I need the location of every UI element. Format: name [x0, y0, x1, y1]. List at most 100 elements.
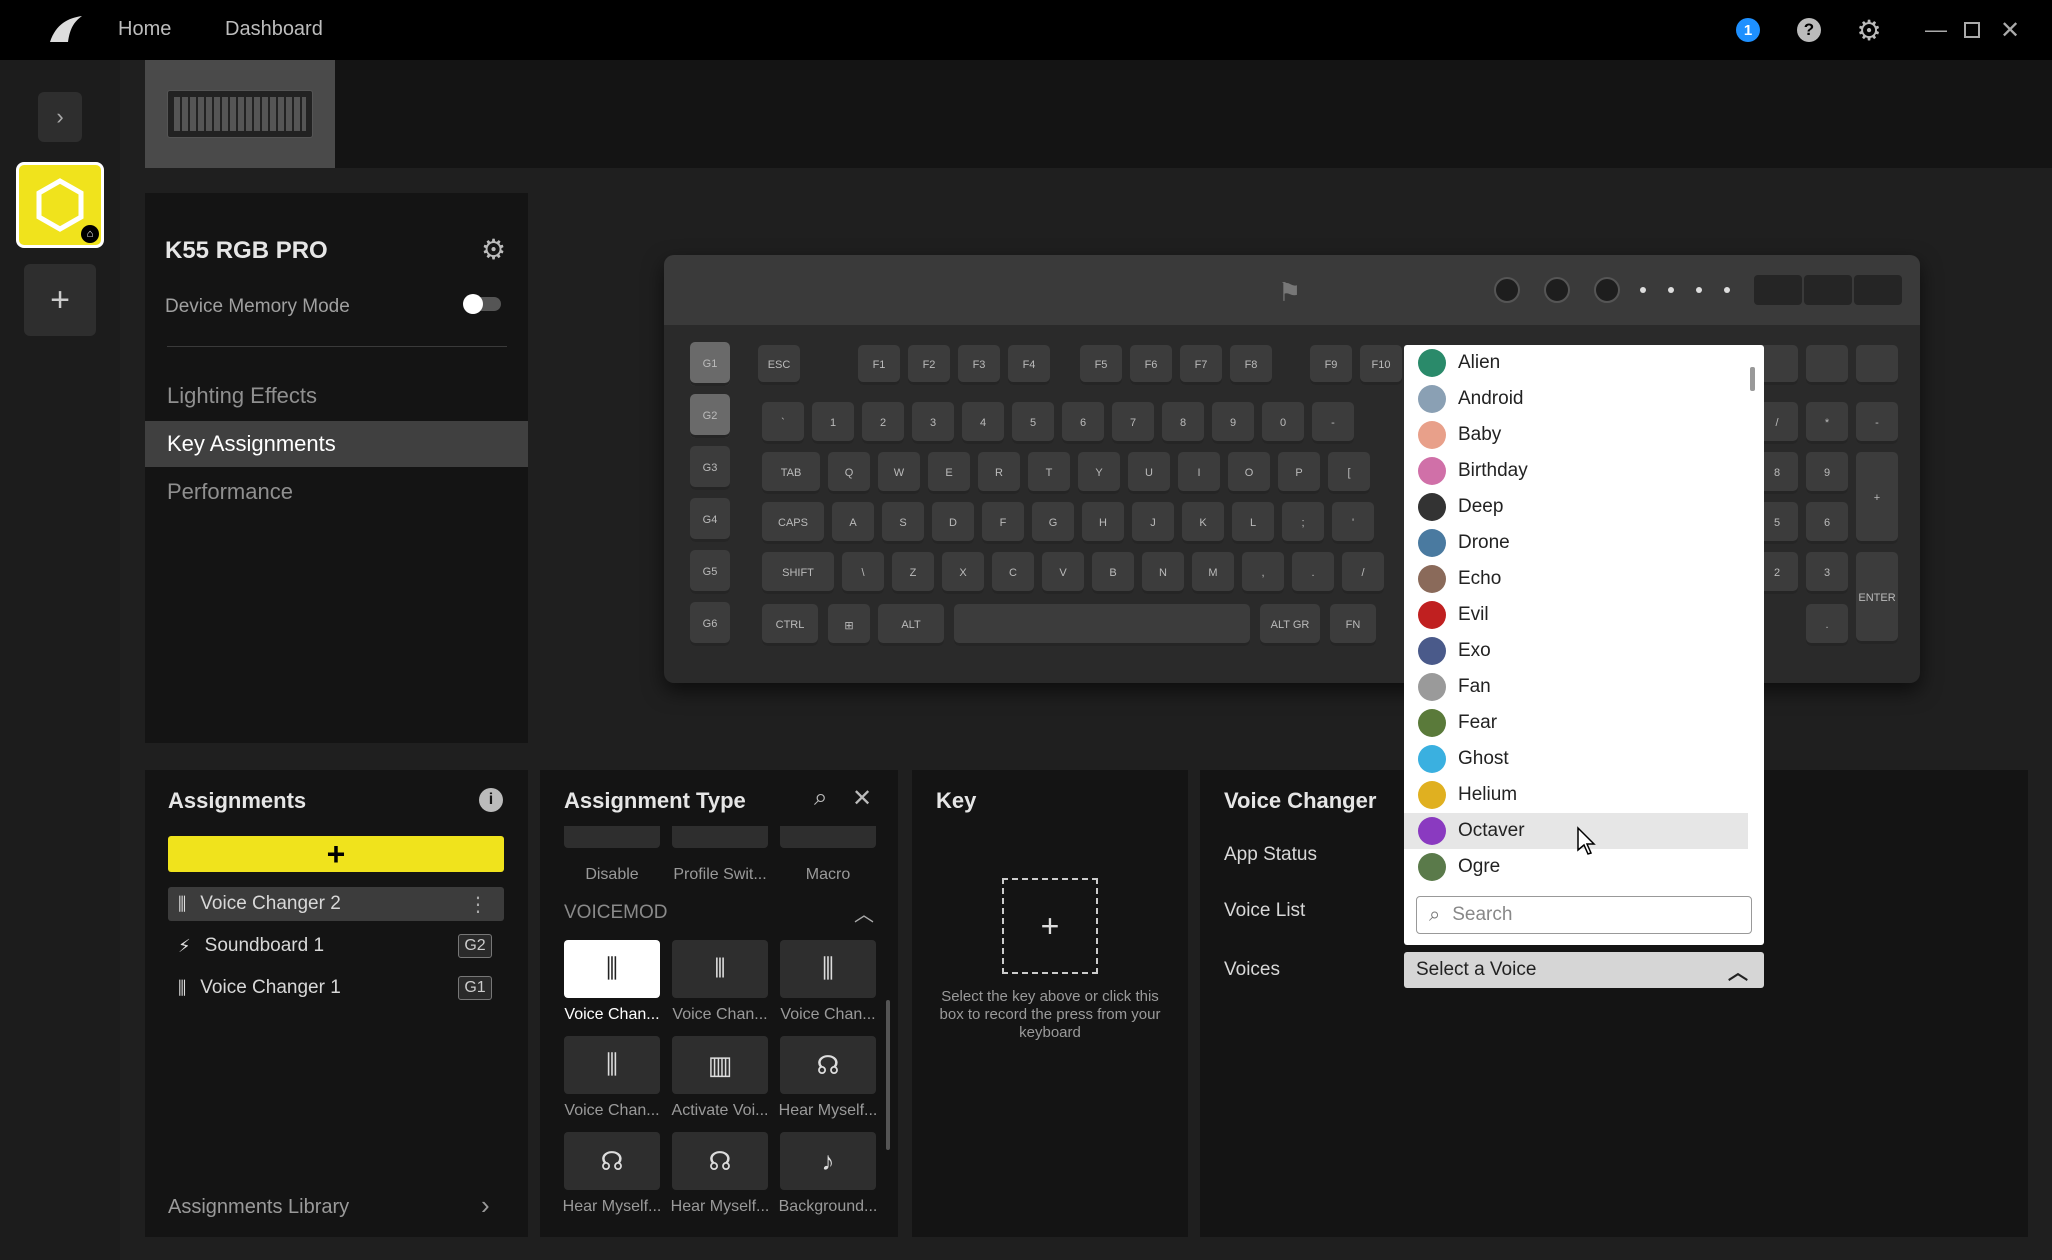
voicemod-tile[interactable]: ☊: [780, 1036, 876, 1094]
close-icon[interactable]: ✕: [1996, 16, 2024, 44]
voicemod-tile[interactable]: ⦀: [672, 940, 768, 998]
media-key[interactable]: [1856, 345, 1898, 385]
keyboard-key[interactable]: 8: [1162, 402, 1204, 444]
dropdown-scrollbar[interactable]: [1750, 367, 1755, 391]
voice-search-input[interactable]: ⌕ Search: [1416, 896, 1752, 934]
voice-option[interactable]: Ghost: [1404, 741, 1748, 777]
keyboard-key[interactable]: J: [1132, 502, 1174, 544]
keyboard-key[interactable]: A: [832, 502, 874, 544]
keyboard-key[interactable]: Y: [1078, 452, 1120, 494]
voice-option[interactable]: Baby: [1404, 417, 1748, 453]
keyboard-key[interactable]: ;: [1282, 502, 1324, 544]
keyboard-key[interactable]: F2: [908, 345, 950, 385]
keyboard-key[interactable]: X: [942, 552, 984, 594]
keyboard-key[interactable]: 0: [1262, 402, 1304, 444]
voicemod-tile[interactable]: ⫼: [564, 1036, 660, 1094]
assignment-row[interactable]: ⚡ Soundboard 1 G2: [168, 929, 504, 963]
scrollbar[interactable]: [886, 1000, 890, 1150]
keyboard-key[interactable]: Q: [828, 452, 870, 494]
keyboard-key[interactable]: CAPS: [762, 502, 824, 544]
keyboard-key[interactable]: +: [1856, 452, 1898, 544]
keyboard-key[interactable]: 1: [812, 402, 854, 444]
add-assignment-button[interactable]: +: [168, 836, 504, 872]
keyboard-key[interactable]: Z: [892, 552, 934, 594]
keyboard-key[interactable]: 9: [1806, 452, 1848, 494]
keyboard-key[interactable]: G1: [690, 342, 730, 386]
keyboard-key[interactable]: F: [982, 502, 1024, 544]
voice-option[interactable]: Android: [1404, 381, 1748, 417]
keyboard-key[interactable]: 5: [1012, 402, 1054, 444]
settings-gear-icon[interactable]: ⚙: [1855, 15, 1883, 46]
keyboard-key[interactable]: B: [1092, 552, 1134, 594]
device-memory-mode-toggle[interactable]: [463, 294, 501, 314]
keyboard-key[interactable]: 9: [1212, 402, 1254, 444]
keyboard-key[interactable]: V: [1042, 552, 1084, 594]
minimize-icon[interactable]: —: [1922, 16, 1950, 44]
add-device-button[interactable]: +: [24, 264, 96, 336]
voice-option[interactable]: Echo: [1404, 561, 1748, 597]
assignment-row[interactable]: ⫼ Voice Changer 1 G1: [168, 971, 504, 1005]
keyboard-key[interactable]: 6: [1062, 402, 1104, 444]
help-icon[interactable]: ?: [1795, 16, 1823, 44]
keyboard-key[interactable]: 7: [1112, 402, 1154, 444]
keyboard-key[interactable]: F9: [1310, 345, 1352, 385]
voicemod-tile[interactable]: ▥: [672, 1036, 768, 1094]
keyboard-key[interactable]: -: [1856, 402, 1898, 444]
voice-option[interactable]: Deep: [1404, 489, 1748, 525]
keyboard-key[interactable]: I: [1178, 452, 1220, 494]
keyboard-key[interactable]: S: [882, 502, 924, 544]
keyboard-key[interactable]: 4: [962, 402, 1004, 444]
keyboard-key[interactable]: F4: [1008, 345, 1050, 385]
voice-option[interactable]: Drone: [1404, 525, 1748, 561]
voicemod-tile[interactable]: ⫼: [780, 940, 876, 998]
keyboard-key[interactable]: D: [932, 502, 974, 544]
keyboard-key[interactable]: *: [1806, 402, 1848, 444]
keyboard-key[interactable]: ,: [1242, 552, 1284, 594]
keyboard-key[interactable]: G: [1032, 502, 1074, 544]
keyboard-key[interactable]: R: [978, 452, 1020, 494]
keyboard-key[interactable]: .: [1806, 604, 1848, 646]
kebab-menu-icon[interactable]: ⋮: [468, 892, 488, 917]
info-icon[interactable]: i: [479, 788, 503, 812]
keyboard-key[interactable]: F3: [958, 345, 1000, 385]
record-key-box[interactable]: +: [1002, 878, 1098, 974]
keyboard-key[interactable]: TAB: [762, 452, 820, 494]
keyboard-key[interactable]: F7: [1180, 345, 1222, 385]
voice-option[interactable]: Evil: [1404, 597, 1748, 633]
keyboard-key[interactable]: E: [928, 452, 970, 494]
keyboard-key[interactable]: F10: [1360, 345, 1402, 385]
keyboard-key[interactable]: 3: [912, 402, 954, 444]
device-settings-gear-icon[interactable]: ⚙: [481, 233, 506, 266]
menu-key-assignments[interactable]: Key Assignments: [167, 431, 336, 457]
keyboard-key[interactable]: ': [1332, 502, 1374, 544]
keyboard-key[interactable]: 2: [862, 402, 904, 444]
keyboard-key[interactable]: W: [878, 452, 920, 494]
keyboard-key[interactable]: ⊞: [828, 604, 870, 646]
media-key[interactable]: [1806, 345, 1848, 385]
keyboard-key[interactable]: F6: [1130, 345, 1172, 385]
expand-rail-button[interactable]: ›: [38, 92, 82, 142]
keyboard-key[interactable]: N: [1142, 552, 1184, 594]
nav-dashboard[interactable]: Dashboard: [225, 18, 323, 41]
voice-option[interactable]: Helium: [1404, 777, 1748, 813]
keyboard-key[interactable]: .: [1292, 552, 1334, 594]
keyboard-key[interactable]: T: [1028, 452, 1070, 494]
keyboard-key[interactable]: G2: [690, 394, 730, 438]
keyboard-key[interactable]: G5: [690, 550, 730, 594]
voice-option[interactable]: Fan: [1404, 669, 1748, 705]
keyboard-key[interactable]: FN: [1330, 604, 1376, 646]
select-voice-dropdown[interactable]: Select a Voice ︿: [1404, 952, 1764, 988]
keyboard-key[interactable]: ENTER: [1856, 552, 1898, 644]
keyboard-key[interactable]: SHIFT: [762, 552, 834, 594]
keyboard-key[interactable]: H: [1082, 502, 1124, 544]
keyboard-key[interactable]: F8: [1230, 345, 1272, 385]
keyboard-key[interactable]: P: [1278, 452, 1320, 494]
keyboard-key[interactable]: ESC: [758, 345, 800, 385]
keyboard-key[interactable]: ALT GR: [1260, 604, 1320, 646]
keyboard-key[interactable]: F1: [858, 345, 900, 385]
chevron-right-icon[interactable]: ›: [481, 1190, 490, 1221]
keyboard-key[interactable]: -: [1312, 402, 1354, 444]
keyboard-key[interactable]: [: [1328, 452, 1370, 494]
keyboard-key[interactable]: CTRL: [762, 604, 818, 646]
assignments-library-link[interactable]: Assignments Library: [168, 1196, 349, 1219]
